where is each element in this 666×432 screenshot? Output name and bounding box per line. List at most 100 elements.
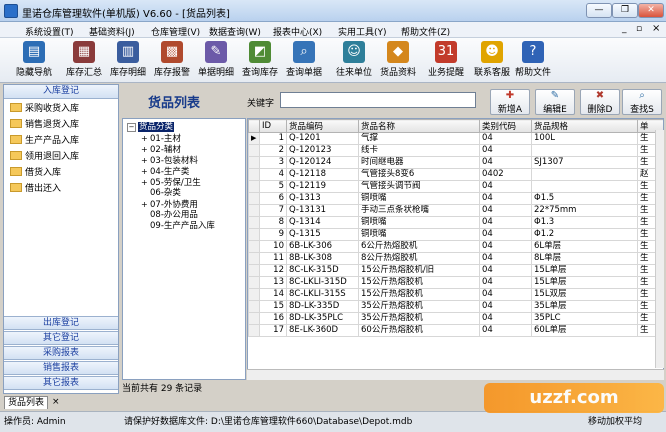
action-button-1[interactable]: ✎ 编辑E (535, 89, 575, 115)
table-cell[interactable]: Q-1314 (286, 216, 359, 229)
table-cell[interactable]: 04 (479, 132, 532, 145)
expand-icon[interactable]: + (141, 144, 150, 155)
table-cell[interactable]: 12 (259, 264, 287, 277)
menu-item-3[interactable]: 数据查询(W) (209, 25, 261, 38)
table-cell[interactable]: 6B-LK-306 (286, 240, 359, 253)
action-button-2[interactable]: ✖ 删除D (580, 89, 620, 115)
table-cell[interactable]: 气管接头8变6 (358, 168, 480, 181)
nav-header-4[interactable]: 其它报表 (4, 376, 118, 390)
menu-item-5[interactable]: 实用工具(Y) (338, 25, 387, 38)
table-row[interactable]: 13 8C-LKLI-315D 15公斤热熔胶机 04 15L单层生 (248, 276, 663, 289)
table-cell[interactable]: 15公斤热熔胶机 (358, 288, 480, 301)
table-cell[interactable]: 14 (259, 288, 287, 301)
restore-button[interactable]: ❐ (612, 3, 638, 18)
table-cell[interactable]: 04 (479, 144, 532, 157)
table-cell[interactable]: 3 (259, 156, 287, 169)
tab-goods-list[interactable]: 货品列表 (4, 396, 48, 409)
collapse-icon[interactable]: − (127, 123, 136, 132)
nav-header-inbound[interactable]: 入库登记 (4, 85, 118, 99)
table-cell[interactable]: 35公斤热熔胶机 (358, 312, 480, 325)
table-cell[interactable]: 04 (479, 288, 532, 301)
table-cell[interactable]: 铜喷嘴 (358, 228, 480, 241)
table-cell[interactable]: Q-12119 (286, 180, 359, 193)
table-cell[interactable]: 手动三点条状枪嘴 (358, 204, 480, 217)
toolbar-button-11[interactable]: ? 帮助文件 (511, 40, 555, 81)
table-cell[interactable]: Q-1315 (286, 228, 359, 241)
expand-icon[interactable]: + (141, 199, 150, 210)
action-button-3[interactable]: ⌕ 查找S (622, 89, 662, 115)
nav-item-2[interactable]: 生产产品入库 (10, 133, 79, 147)
nav-item-5[interactable]: 借出还入 (10, 181, 61, 195)
table-row[interactable]: 12 8C-LK-315D 15公斤热熔胶机/旧 04 15L单层生 (248, 264, 663, 277)
table-row[interactable]: 4 Q-12118 气管接头8变6 0402 赵 (248, 168, 663, 181)
table-cell[interactable]: 8C-LKLI-315D (286, 276, 359, 289)
menu-item-2[interactable]: 仓库管理(V) (151, 25, 200, 38)
table-cell[interactable]: 04 (479, 240, 532, 253)
nav-header-0[interactable]: 出库登记 (4, 316, 118, 330)
nav-item-0[interactable]: 采购收货入库 (10, 101, 79, 115)
table-cell[interactable]: 04 (479, 192, 532, 205)
table-cell[interactable]: 8C-LK-315D (286, 264, 359, 277)
table-cell[interactable]: Q-120123 (286, 144, 359, 157)
table-row[interactable]: 6 Q-1313 铜喷嘴 04 Φ1.5 生 (248, 192, 663, 205)
horizontal-scrollbar[interactable] (247, 369, 664, 380)
table-cell[interactable]: 6 (259, 192, 287, 205)
child-close-button[interactable]: × (652, 23, 660, 34)
table-cell[interactable]: 线卡 (358, 144, 480, 157)
nav-header-2[interactable]: 采购报表 (4, 346, 118, 360)
table-cell[interactable]: 15公斤热熔胶机/旧 (358, 264, 480, 277)
table-cell[interactable]: 15L单层 (531, 276, 638, 289)
table-cell[interactable]: Q-1313 (286, 192, 359, 205)
table-cell[interactable]: 铜喷嘴 (358, 216, 480, 229)
table-cell[interactable]: 15L双层 (531, 288, 638, 301)
toolbar-button-8[interactable]: ◆ 货品资料 (376, 40, 420, 81)
table-cell[interactable]: Φ1.5 (531, 192, 638, 205)
table-row[interactable]: ▶ 1 Q-1201 气撑 04 100L 生 (248, 132, 663, 145)
table-cell[interactable]: 0402 (479, 168, 532, 181)
table-cell[interactable]: 11 (259, 252, 287, 265)
table-row[interactable]: 8 Q-1314 铜喷嘴 04 Φ1.3 生 (248, 216, 663, 229)
table-cell[interactable] (531, 180, 638, 193)
table-cell[interactable]: 时间继电器 (358, 156, 480, 169)
column-header-2[interactable]: 货品名称 (358, 119, 480, 133)
table-cell[interactable]: 8L单层 (531, 252, 638, 265)
close-tab-icon[interactable]: × (52, 397, 60, 407)
tree-node-2[interactable]: +03-包装材料 (141, 155, 245, 166)
tree-node-3[interactable]: +04-生产类 (141, 166, 245, 177)
expand-icon[interactable]: + (141, 133, 150, 144)
table-cell[interactable]: 8D-LK-335D (286, 300, 359, 313)
column-header-4[interactable]: 货品规格 (531, 119, 638, 133)
table-cell[interactable]: 8C-LKLI-315S (286, 288, 359, 301)
table-cell[interactable]: 04 (479, 180, 532, 193)
table-cell[interactable]: 35公斤热熔胶机 (358, 300, 480, 313)
minimize-button[interactable]: — (586, 3, 612, 18)
table-row[interactable]: 9 Q-1315 铜喷嘴 04 Φ1.2 生 (248, 228, 663, 241)
table-row[interactable]: 16 8D-LK-35PLC 35公斤热熔胶机 04 35PLC 生 (248, 312, 663, 325)
table-row[interactable]: 17 8E-LK-360D 60公斤热熔胶机 04 60L单层生 (248, 324, 663, 337)
table-cell[interactable]: 04 (479, 312, 532, 325)
tree-node-7[interactable]: 08-办公用品 (141, 210, 245, 221)
tree-node-1[interactable]: +02-辅材 (141, 144, 245, 155)
table-cell[interactable]: 60公斤热熔胶机 (358, 324, 480, 337)
nav-header-1[interactable]: 其它登记 (4, 331, 118, 345)
table-cell[interactable]: 铜喷嘴 (358, 192, 480, 205)
table-cell[interactable]: 气撑 (358, 132, 480, 145)
table-cell[interactable]: 35PLC (531, 312, 638, 325)
child-minimize-button[interactable]: _ (622, 24, 627, 34)
table-row[interactable]: 11 8B-LK-308 8公斤热熔胶机 04 8L单层生 (248, 252, 663, 265)
menu-item-6[interactable]: 帮助文件(Z) (401, 25, 450, 38)
table-cell[interactable]: Q-13131 (286, 204, 359, 217)
table-cell[interactable]: 15L单层 (531, 264, 638, 277)
column-header-3[interactable]: 类别代码 (479, 119, 532, 133)
nav-header-3[interactable]: 销售报表 (4, 361, 118, 375)
toolbar-button-9[interactable]: 31 业务提醒 (424, 40, 468, 81)
table-cell[interactable]: 13 (259, 276, 287, 289)
table-cell[interactable]: 17 (259, 324, 287, 337)
tree-root[interactable]: − 货品分类 (127, 122, 245, 133)
table-cell[interactable]: 35L单层 (531, 300, 638, 313)
table-cell[interactable]: 04 (479, 264, 532, 277)
table-row[interactable]: 2 Q-120123 线卡 04 生 (248, 144, 663, 157)
close-button[interactable]: ✕ (638, 3, 664, 18)
table-row[interactable]: 15 8D-LK-335D 35公斤热熔胶机 04 35L单层生 (248, 300, 663, 313)
table-cell[interactable] (531, 144, 638, 157)
